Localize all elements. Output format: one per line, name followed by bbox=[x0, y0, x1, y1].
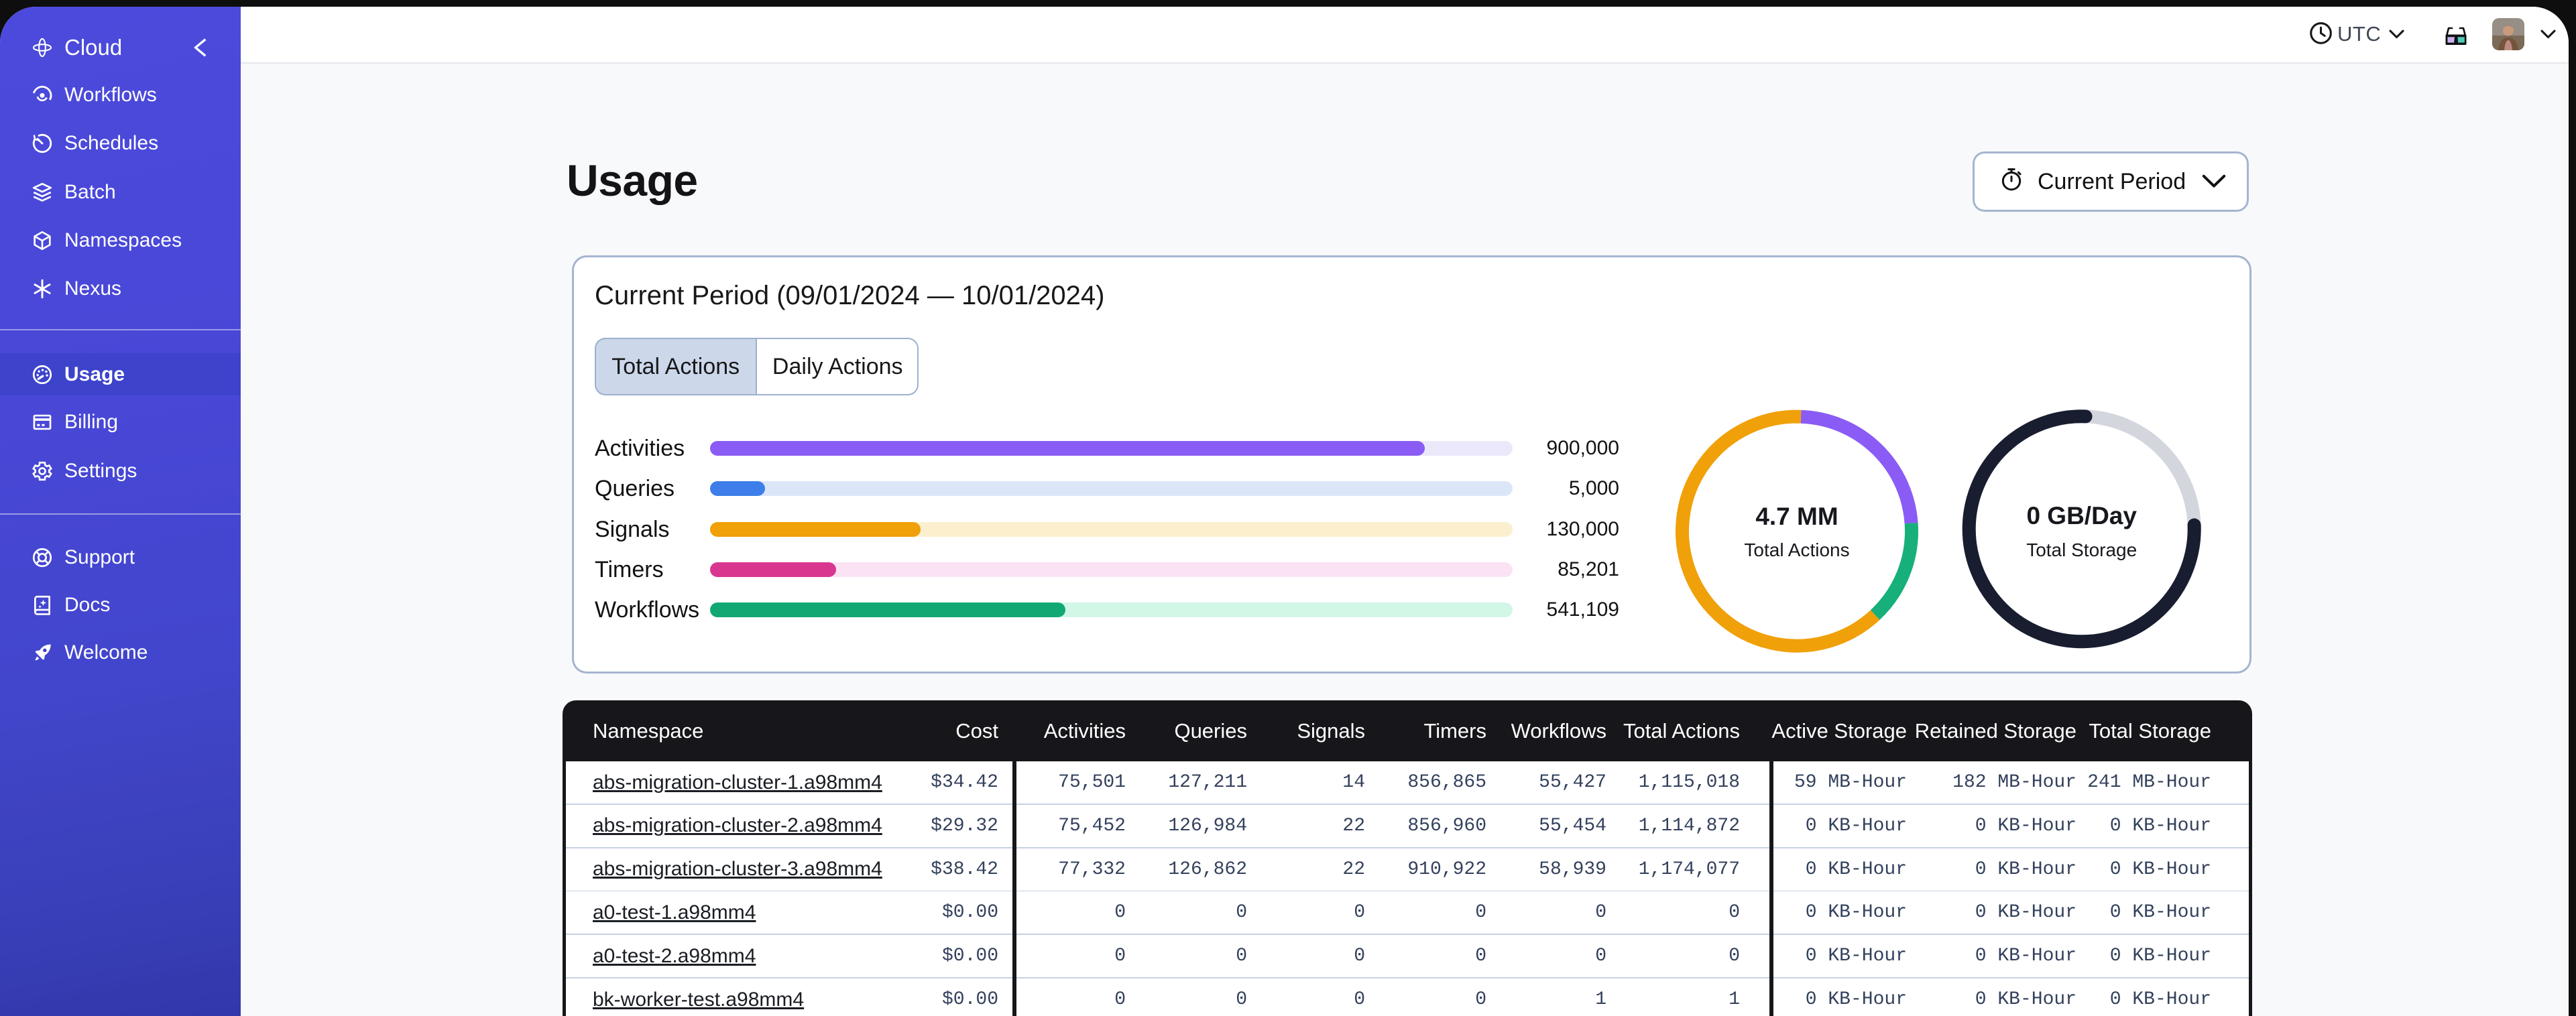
svg-text:Total Storage: Total Storage bbox=[2026, 539, 2137, 560]
svg-text:4.7 MM: 4.7 MM bbox=[1755, 503, 1838, 530]
svg-text:0 GB/Day: 0 GB/Day bbox=[2026, 502, 2137, 529]
svg-text:Total Actions: Total Actions bbox=[1744, 539, 1849, 560]
